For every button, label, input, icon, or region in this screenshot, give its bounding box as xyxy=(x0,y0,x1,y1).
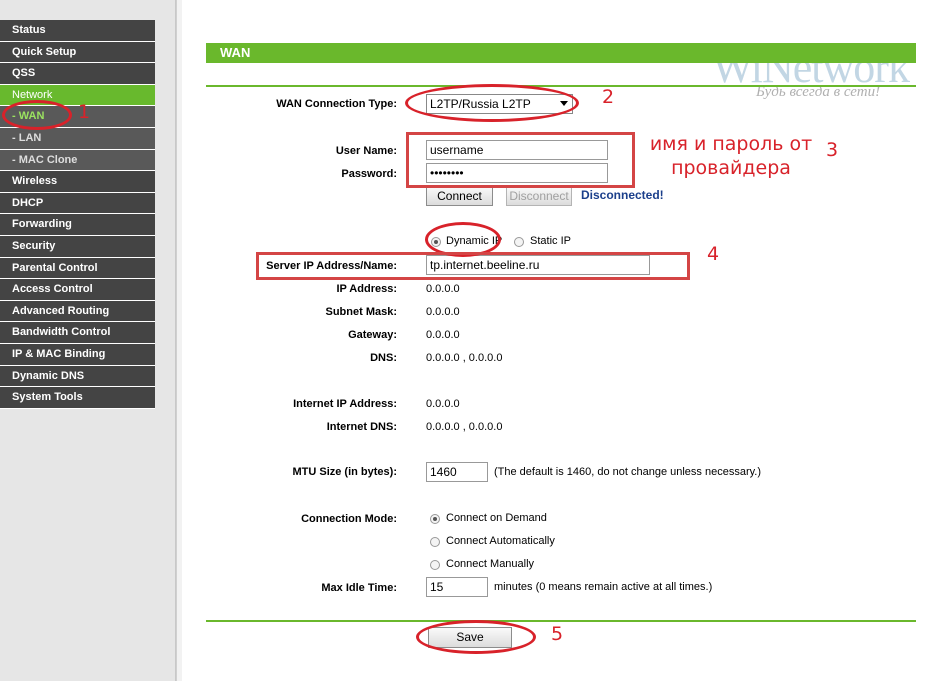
sidebar-item-system-tools[interactable]: System Tools xyxy=(0,387,155,409)
mtu-label: MTU Size (in bytes): xyxy=(292,466,397,478)
ip-address-value: 0.0.0.0 xyxy=(426,283,460,295)
subnet-mask-value: 0.0.0.0 xyxy=(426,306,460,318)
disconnect-button[interactable]: Disconnect xyxy=(506,186,572,206)
max-idle-label: Max Idle Time: xyxy=(321,582,397,594)
sidebar-item-ip-mac-binding[interactable]: IP & MAC Binding xyxy=(0,343,155,366)
max-idle-hint: minutes (0 means remain active at all ti… xyxy=(494,581,713,593)
divider-top xyxy=(206,85,916,87)
connect-on-demand-radio[interactable] xyxy=(430,514,440,524)
internet-ip-value: 0.0.0.0 xyxy=(426,398,460,410)
sidebar-item-bandwidth-control[interactable]: Bandwidth Control xyxy=(0,322,155,344)
dns-value: 0.0.0.0 , 0.0.0.0 xyxy=(426,352,503,364)
connect-button[interactable]: Connect xyxy=(426,186,493,206)
annotation-number-2: 2 xyxy=(602,86,615,108)
annotation-box-credentials xyxy=(406,132,635,188)
subnet-mask-label: Subnet Mask: xyxy=(325,306,397,318)
annotation-oval-save xyxy=(416,620,536,654)
sidebar-item-access-control[interactable]: Access Control xyxy=(0,279,155,301)
sidebar-item-qss[interactable]: QSS xyxy=(0,63,155,85)
connect-automatically-radio[interactable] xyxy=(430,537,440,547)
connection-status: Disconnected! xyxy=(581,188,664,202)
annotation-number-3: 3 xyxy=(826,139,839,161)
sidebar-item-forwarding[interactable]: Forwarding xyxy=(0,214,155,236)
sidebar-item-mac-clone[interactable]: - MAC Clone xyxy=(0,149,155,172)
sidebar-item-quick-setup[interactable]: Quick Setup xyxy=(0,41,155,64)
mtu-hint: (The default is 1460, do not change unle… xyxy=(494,466,762,478)
sidebar-item-advanced-routing[interactable]: Advanced Routing xyxy=(0,300,155,323)
sidebar-item-status[interactable]: Status xyxy=(0,20,155,42)
gateway-label: Gateway: xyxy=(348,329,397,341)
connection-mode-label: Connection Mode: xyxy=(301,513,397,525)
ip-address-label: IP Address: xyxy=(336,283,397,295)
annotation-oval-wan xyxy=(2,100,72,130)
annotation-number-5: 5 xyxy=(551,623,564,645)
sidebar-item-dynamic-dns[interactable]: Dynamic DNS xyxy=(0,365,155,388)
sidebar-item-lan[interactable]: - LAN xyxy=(0,127,155,150)
annotation-number-1: 1 xyxy=(78,101,91,123)
password-label: Password: xyxy=(341,168,397,180)
gateway-value: 0.0.0.0 xyxy=(426,329,460,341)
sidebar-item-security[interactable]: Security xyxy=(0,235,155,258)
annotation-note-credentials: имя и пароль от провайдера xyxy=(649,133,813,179)
connect-manually-radio[interactable] xyxy=(430,560,440,570)
mtu-field[interactable]: 1460 xyxy=(426,462,488,482)
page-title: WAN xyxy=(206,43,916,63)
annotation-number-4: 4 xyxy=(707,243,720,265)
annotation-box-server xyxy=(256,252,690,280)
connect-automatically-label: Connect Automatically xyxy=(446,535,555,547)
sidebar-item-wireless[interactable]: Wireless xyxy=(0,171,155,193)
internet-dns-label: Internet DNS: xyxy=(326,421,397,433)
conn-type-label: WAN Connection Type: xyxy=(276,98,397,110)
sidebar-menu: Status Quick Setup QSS Network - WAN - L… xyxy=(0,20,155,409)
username-label: User Name: xyxy=(335,145,397,157)
connect-manually-label: Connect Manually xyxy=(446,558,535,570)
connect-on-demand-label: Connect on Demand xyxy=(446,512,547,524)
divider-bottom xyxy=(206,620,916,622)
static-ip-label: Static IP xyxy=(530,235,571,247)
sidebar-item-parental-control[interactable]: Parental Control xyxy=(0,257,155,280)
annotation-oval-conn-type xyxy=(405,84,579,122)
sidebar-item-dhcp[interactable]: DHCP xyxy=(0,192,155,215)
dns-label: DNS: xyxy=(370,352,397,364)
internet-ip-label: Internet IP Address: xyxy=(293,398,397,410)
static-ip-radio[interactable] xyxy=(514,237,524,247)
max-idle-field[interactable]: 15 xyxy=(426,577,488,597)
internet-dns-value: 0.0.0.0 , 0.0.0.0 xyxy=(426,421,503,433)
